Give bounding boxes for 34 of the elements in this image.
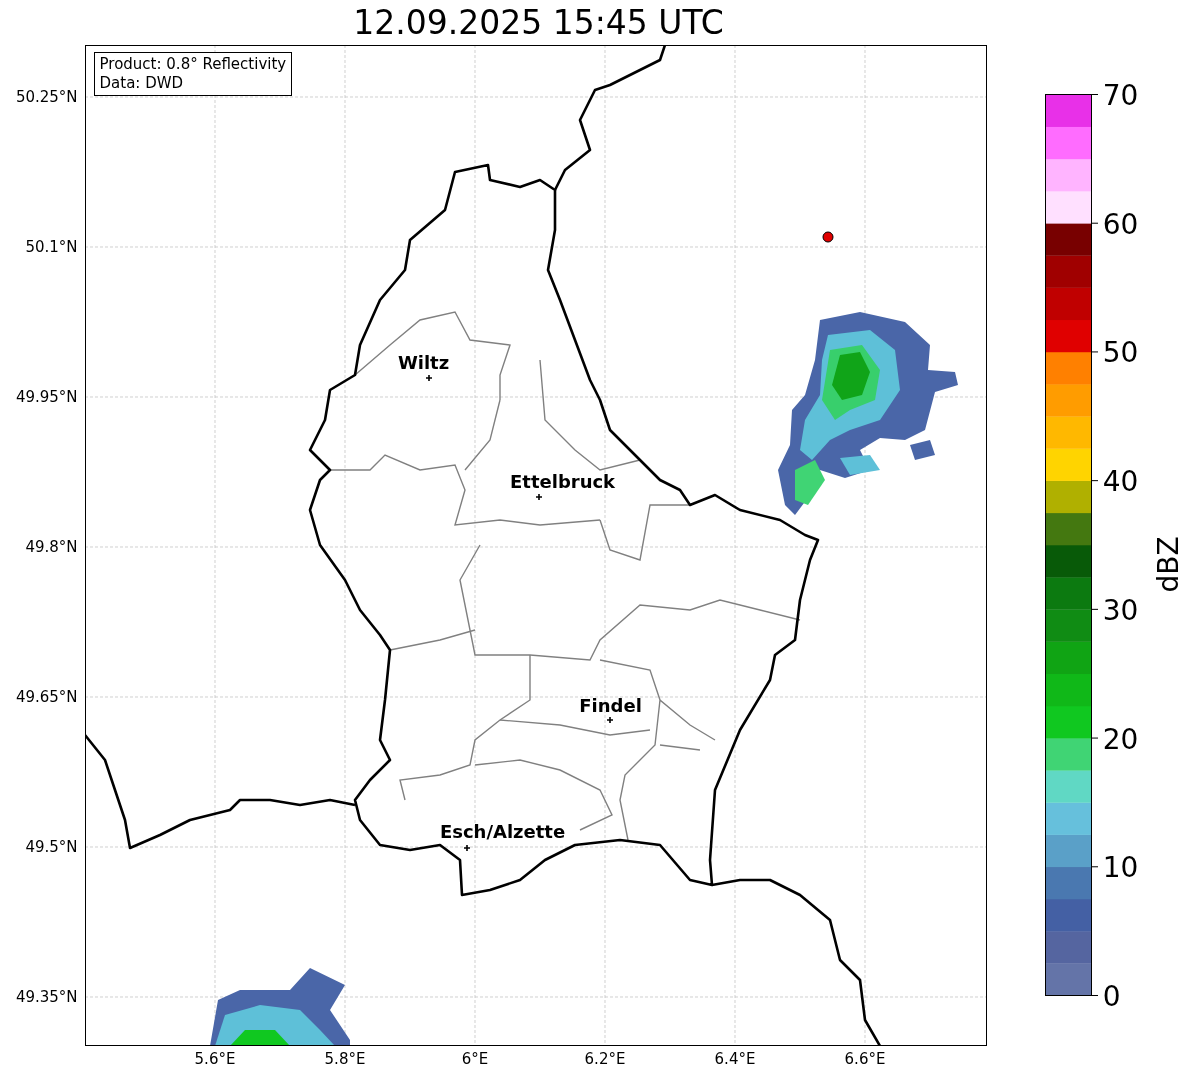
latitude-tick-label: 49.65°N bbox=[15, 688, 78, 706]
latitude-tick-label: 49.5°N bbox=[25, 838, 78, 856]
colorbar-tick-label: 60 bbox=[1102, 207, 1139, 241]
colorbar-tick-label: 0 bbox=[1102, 979, 1121, 1013]
colorbar-tick-label: 70 bbox=[1102, 78, 1139, 112]
longitude-tick-label: 6.2°E bbox=[584, 1050, 626, 1068]
colorbar-tick-label: 20 bbox=[1102, 722, 1139, 756]
longitude-tick-label: 6°E bbox=[461, 1050, 489, 1068]
longitude-tick-label: 6.4°E bbox=[714, 1050, 756, 1068]
city-marker-icon bbox=[534, 493, 543, 501]
map-title: 12.09.2025 15:45 UTC bbox=[353, 2, 724, 43]
city-label: Ettelbruck bbox=[510, 470, 616, 492]
city-marker-icon bbox=[462, 844, 471, 852]
colorbar-tick-label: 30 bbox=[1102, 593, 1139, 627]
colorbar-tick-label: 50 bbox=[1102, 335, 1139, 369]
colorbar-tick-label: 10 bbox=[1102, 850, 1139, 884]
station-dot bbox=[822, 231, 834, 243]
latitude-tick-label: 50.1°N bbox=[25, 238, 78, 256]
longitude-tick-label: 5.8°E bbox=[324, 1050, 366, 1068]
latitude-tick-label: 49.95°N bbox=[15, 388, 78, 406]
city-label: Esch/Alzette bbox=[439, 820, 566, 842]
colorbar-label: dBZ bbox=[1151, 536, 1184, 593]
latitude-tick-label: 49.35°N bbox=[15, 988, 78, 1006]
city-marker-icon bbox=[605, 716, 614, 724]
longitude-tick-label: 5.6°E bbox=[194, 1050, 236, 1068]
colorbar-tick-label: 40 bbox=[1102, 464, 1139, 498]
city-label: Findel bbox=[579, 694, 642, 716]
city-marker-icon bbox=[424, 374, 433, 382]
longitude-tick-label: 6.6°E bbox=[844, 1050, 886, 1068]
legend-text: Product: 0.8° Reflectivity bbox=[99, 55, 287, 74]
city-label: Wiltz bbox=[397, 351, 450, 373]
latitude-tick-label: 50.25°N bbox=[15, 88, 78, 106]
latitude-tick-label: 49.8°N bbox=[25, 538, 78, 556]
legend-text: Data: DWD bbox=[99, 74, 185, 93]
